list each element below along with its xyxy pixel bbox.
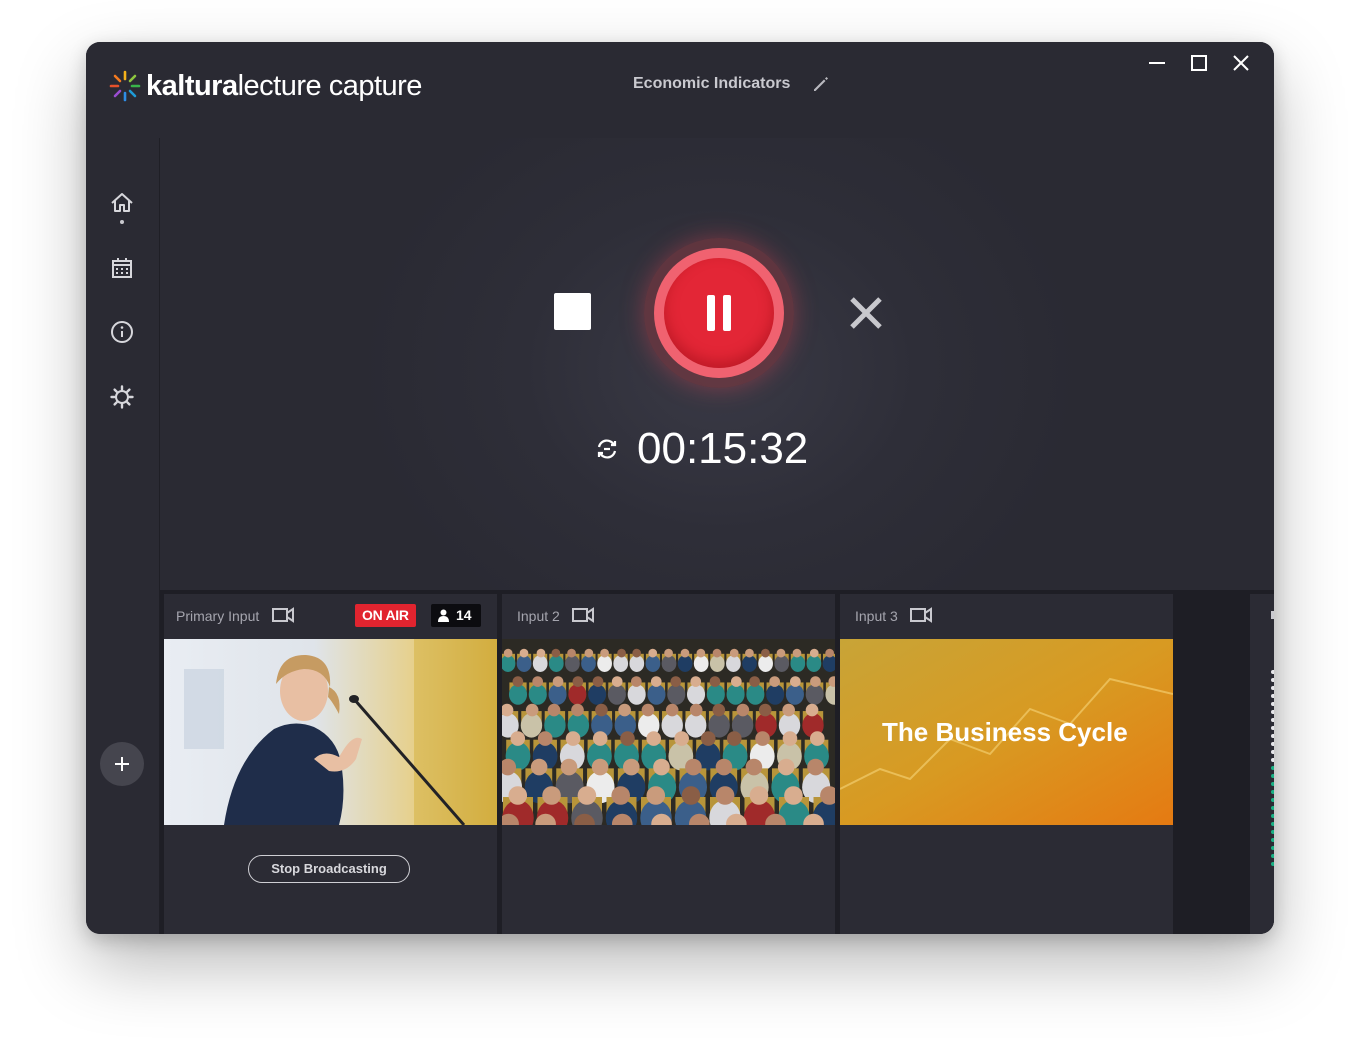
timer-row: 00:15:32 — [595, 424, 808, 474]
plus-icon — [115, 757, 129, 771]
app-logo: kaltura lecture capture — [108, 66, 422, 106]
maximize-button[interactable] — [1178, 52, 1220, 74]
meter-segment — [1271, 838, 1274, 842]
viewer-count-badge: 14 — [431, 604, 481, 627]
meter-segment — [1271, 710, 1274, 714]
audio-meter-left — [1271, 670, 1274, 870]
home-icon — [111, 193, 133, 212]
primary-input-preview[interactable] — [164, 639, 497, 825]
meter-segment — [1271, 806, 1274, 810]
camera-icon — [272, 607, 294, 623]
pencil-icon[interactable] — [812, 75, 830, 93]
meter-segment — [1271, 670, 1274, 674]
cancel-icon[interactable] — [848, 295, 884, 331]
sidebar — [86, 138, 160, 590]
sidebar-item-home[interactable] — [108, 189, 136, 217]
meter-segment — [1271, 798, 1274, 802]
input-header: Input 2 — [502, 594, 835, 638]
meter-segment — [1271, 702, 1274, 706]
meter-segment — [1271, 734, 1274, 738]
pause-bar-left — [707, 295, 715, 331]
input-name: Primary Input — [176, 608, 260, 624]
meter-segment — [1271, 790, 1274, 794]
input-2-preview[interactable] — [502, 639, 835, 825]
audience-video-image — [502, 639, 835, 825]
meter-segment — [1271, 742, 1274, 746]
speaker-icon[interactable] — [1269, 604, 1274, 626]
input-header: Primary Input ON AIR 14 — [164, 594, 497, 638]
meter-segment — [1271, 774, 1274, 778]
meter-segment — [1271, 686, 1274, 690]
logo-mark-icon — [109, 70, 141, 102]
meter-segment — [1271, 846, 1274, 850]
window-controls — [1136, 52, 1262, 74]
meter-segment — [1271, 814, 1274, 818]
viewer-count: 14 — [456, 607, 472, 623]
audio-panel — [1250, 594, 1274, 934]
info-icon — [111, 321, 133, 343]
brand-name: kaltura — [146, 69, 238, 102]
meter-segment — [1271, 854, 1274, 858]
meter-segment — [1271, 830, 1274, 834]
meter-segment — [1271, 758, 1274, 762]
meter-segment — [1271, 766, 1274, 770]
inputs-strip: Primary Input ON AIR 14 Stop Broadcastin… — [160, 590, 1274, 934]
sidebar-item-info[interactable] — [108, 318, 136, 346]
minimize-icon — [1149, 62, 1165, 64]
meter-segment — [1271, 822, 1274, 826]
recording-timer: 00:15:32 — [637, 424, 809, 473]
input-3-preview[interactable]: The Business Cycle — [840, 639, 1173, 825]
pause-icon — [664, 258, 774, 368]
sidebar-item-settings[interactable] — [108, 383, 136, 411]
input-name: Input 2 — [517, 608, 560, 624]
recording-title-text: Economic Indicators — [633, 75, 791, 92]
app-window: kaltura lecture capture Economic Indicat… — [86, 42, 1274, 934]
meter-segment — [1271, 862, 1274, 866]
slide-title: The Business Cycle — [882, 717, 1128, 747]
input-panel-2[interactable]: Input 2 — [502, 594, 835, 934]
meter-segment — [1271, 750, 1274, 754]
calendar-icon — [112, 258, 132, 278]
meter-segment — [1271, 782, 1274, 786]
input-panel-primary[interactable]: Primary Input ON AIR 14 Stop Broadcastin… — [164, 594, 497, 934]
maximize-icon — [1191, 55, 1207, 71]
recording-title: Economic Indicators — [633, 75, 830, 93]
meter-segment — [1271, 726, 1274, 730]
camera-icon — [572, 607, 594, 623]
active-indicator — [120, 220, 124, 224]
sidebar-item-schedule[interactable] — [108, 254, 136, 282]
product-name: lecture capture — [237, 69, 423, 102]
meter-segment — [1271, 718, 1274, 722]
minimize-button[interactable] — [1136, 52, 1178, 74]
meter-segment — [1271, 678, 1274, 682]
input-header: Input 3 — [840, 594, 1173, 638]
gear-icon — [110, 385, 134, 409]
speaker-video-image — [164, 639, 497, 825]
add-input-button[interactable] — [100, 742, 144, 786]
sidebar-bottom — [86, 590, 160, 934]
input-panel-3[interactable]: Input 3 The Business Cycle — [840, 594, 1173, 934]
user-icon — [438, 609, 449, 622]
record-ring — [654, 248, 784, 378]
pause-bar-right — [723, 295, 731, 331]
pause-button[interactable] — [644, 238, 794, 388]
slide-video-image: The Business Cycle — [840, 639, 1173, 825]
camera-icon — [910, 607, 932, 623]
meter-segment — [1271, 694, 1274, 698]
sync-icon — [597, 439, 617, 459]
title-bar: kaltura lecture capture Economic Indicat… — [86, 42, 1274, 138]
close-icon — [1233, 55, 1249, 71]
stop-button[interactable] — [554, 293, 591, 330]
stop-broadcasting-button[interactable]: Stop Broadcasting — [248, 855, 410, 883]
recording-stage: 00:15:32 — [160, 138, 1274, 590]
close-button[interactable] — [1220, 52, 1262, 74]
on-air-badge: ON AIR — [355, 604, 416, 627]
input-name: Input 3 — [855, 608, 898, 624]
